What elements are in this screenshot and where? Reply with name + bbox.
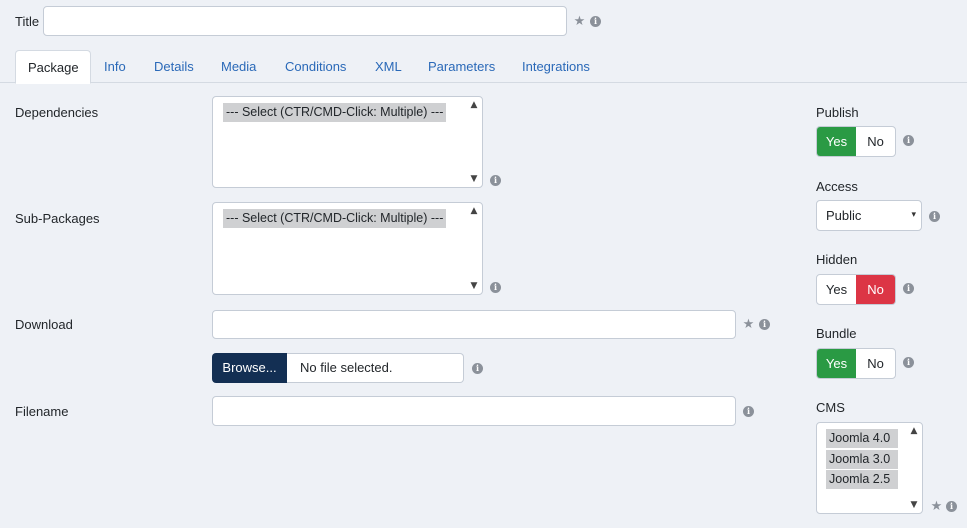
info-icon[interactable]: i: [946, 501, 957, 512]
required-star-icon: ★: [742, 317, 755, 332]
browse-button[interactable]: Browse...: [212, 353, 287, 383]
info-icon[interactable]: i: [903, 135, 914, 146]
tab-media[interactable]: Media: [221, 50, 256, 83]
dependencies-option[interactable]: --- Select (CTR/CMD-Click: Multiple) ---: [223, 103, 447, 122]
sub-packages-select[interactable]: --- Select (CTR/CMD-Click: Multiple) ---…: [212, 202, 483, 295]
scroll-down-icon[interactable]: ▼: [468, 174, 480, 184]
hidden-toggle[interactable]: Yes No: [816, 274, 896, 305]
download-label: Download: [15, 317, 73, 332]
sub-packages-option[interactable]: --- Select (CTR/CMD-Click: Multiple) ---: [223, 209, 447, 228]
publish-yes-button[interactable]: Yes: [817, 127, 856, 156]
hidden-yes-button[interactable]: Yes: [817, 275, 856, 304]
cms-option[interactable]: Joomla 2.5: [826, 470, 898, 489]
info-icon[interactable]: i: [903, 357, 914, 368]
access-select[interactable]: Public ▾: [816, 200, 922, 231]
hidden-no-button[interactable]: No: [856, 275, 895, 304]
publish-toggle[interactable]: Yes No: [816, 126, 896, 157]
tab-details[interactable]: Details: [154, 50, 194, 83]
bundle-no-button[interactable]: No: [856, 349, 895, 378]
dependencies-label: Dependencies: [15, 105, 99, 120]
cms-select[interactable]: Joomla 4.0 Joomla 3.0 Joomla 2.5 ▲ ▼: [816, 422, 923, 514]
tab-integrations[interactable]: Integrations: [522, 50, 590, 83]
info-icon[interactable]: i: [929, 211, 940, 222]
cms-option[interactable]: Joomla 4.0: [826, 429, 898, 448]
publish-no-button[interactable]: No: [856, 127, 895, 156]
tab-bar: Package Info Details Media Conditions XM…: [0, 50, 967, 84]
info-icon[interactable]: i: [759, 319, 770, 330]
scroll-up-icon[interactable]: ▲: [468, 206, 480, 216]
access-label: Access: [816, 179, 858, 194]
file-status-text[interactable]: No file selected.: [287, 353, 464, 383]
tab-info[interactable]: Info: [104, 50, 126, 83]
required-star-icon: ★: [573, 14, 586, 29]
tab-xml[interactable]: XML: [375, 50, 402, 83]
info-icon[interactable]: i: [903, 283, 914, 294]
info-icon[interactable]: i: [490, 175, 501, 186]
access-value: Public: [826, 208, 862, 223]
dependencies-select[interactable]: --- Select (CTR/CMD-Click: Multiple) ---…: [212, 96, 483, 188]
info-icon[interactable]: i: [490, 282, 501, 293]
tab-parameters[interactable]: Parameters: [428, 50, 495, 83]
cms-option[interactable]: Joomla 3.0: [826, 450, 898, 469]
chevron-down-icon: ▾: [911, 210, 916, 220]
scroll-up-icon[interactable]: ▲: [908, 426, 920, 436]
bundle-toggle[interactable]: Yes No: [816, 348, 896, 379]
scroll-down-icon[interactable]: ▼: [468, 281, 480, 291]
info-icon[interactable]: i: [743, 406, 754, 417]
info-icon[interactable]: i: [590, 16, 601, 27]
sub-packages-label: Sub-Packages: [15, 211, 100, 226]
scroll-up-icon[interactable]: ▲: [468, 100, 480, 110]
download-input[interactable]: [212, 310, 736, 339]
bundle-label: Bundle: [816, 326, 857, 341]
bundle-yes-button[interactable]: Yes: [817, 349, 856, 378]
filename-label: Filename: [15, 404, 69, 419]
tab-conditions[interactable]: Conditions: [285, 50, 346, 83]
cms-label: CMS: [816, 400, 845, 415]
title-label: Title: [15, 14, 40, 29]
tab-package[interactable]: Package: [15, 50, 91, 84]
scroll-down-icon[interactable]: ▼: [908, 500, 920, 510]
publish-label: Publish: [816, 105, 859, 120]
filename-input[interactable]: [212, 396, 736, 426]
required-star-icon: ★: [930, 499, 943, 514]
info-icon[interactable]: i: [472, 363, 483, 374]
hidden-label: Hidden: [816, 252, 858, 267]
title-input[interactable]: [43, 6, 567, 36]
